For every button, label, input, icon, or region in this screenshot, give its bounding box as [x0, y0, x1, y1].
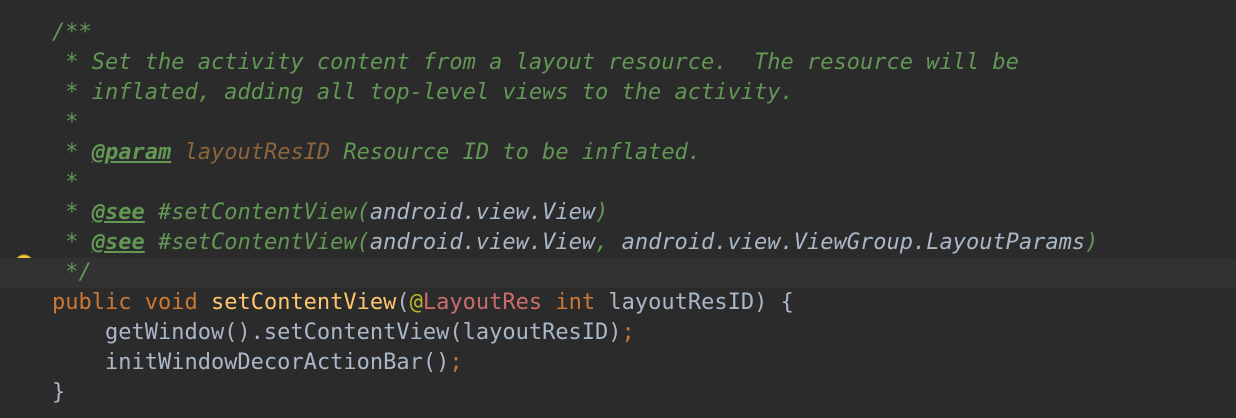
line-text: } [52, 378, 65, 408]
code-editor[interactable]: /** * Set the activity content from a la… [0, 0, 1236, 418]
token: #setContentView( [144, 200, 370, 225]
line-text: * [52, 168, 79, 198]
doc-comment-line[interactable]: * inflated, adding all top-level views t… [0, 78, 1236, 108]
line-text: * @param layoutResID Resource ID to be i… [52, 138, 701, 168]
token: * inflated, adding all top-level views t… [52, 80, 794, 105]
token: @ [409, 290, 423, 315]
token: public [52, 290, 132, 315]
doc-comment-line[interactable]: * [0, 108, 1236, 138]
line-text: initWindowDecorActionBar(); [52, 348, 463, 378]
doc-comment-line[interactable]: * @see #setContentView(android.view.View… [0, 228, 1236, 258]
token: ; [621, 320, 635, 345]
code-line[interactable]: getWindow().setContentView(layoutResID); [0, 318, 1236, 348]
token: * [52, 140, 92, 165]
token: * [52, 200, 92, 225]
token: void [144, 290, 198, 315]
line-text: * @see #setContentView(android.view.View… [52, 198, 608, 228]
code-line[interactable]: } [0, 378, 1236, 408]
code-line[interactable]: public void setContentView(@LayoutRes in… [0, 288, 1236, 318]
doc-comment-line[interactable]: * @param layoutResID Resource ID to be i… [0, 138, 1236, 168]
line-text: */ [52, 258, 92, 288]
doc-comment-line[interactable]: /** [0, 18, 1236, 48]
line-text: * Set the activity content from a layout… [52, 48, 1019, 78]
doc-comment-line[interactable]: * Set the activity content from a layout… [0, 48, 1236, 78]
line-text: * @see #setContentView(android.view.View… [52, 228, 1098, 258]
token: * [52, 110, 79, 135]
token: layoutResID [184, 140, 331, 165]
token: , [595, 230, 622, 255]
token: getWindow().setContentView(layoutResID) [52, 320, 622, 345]
line-text: * inflated, adding all top-level views t… [52, 78, 794, 108]
doc-comment-line[interactable]: */ [0, 258, 1236, 288]
token: ( [396, 290, 410, 315]
token: Resource ID to be inflated. [330, 140, 702, 165]
line-text: * [52, 108, 79, 138]
token: ; [449, 350, 463, 375]
doc-comment-line[interactable]: * [0, 168, 1236, 198]
token: android.view.ViewGroup.LayoutParams [621, 230, 1086, 255]
line-text: /** [52, 18, 92, 48]
line-text: getWindow().setContentView(layoutResID); [52, 318, 635, 348]
token: } [52, 380, 66, 405]
line-text: public void setContentView(@LayoutRes in… [52, 288, 794, 318]
token: * [52, 170, 79, 195]
token: android.view.View [369, 200, 596, 225]
token: * Set the activity content from a layout… [52, 50, 1019, 75]
code-line[interactable]: initWindowDecorActionBar(); [0, 348, 1236, 378]
token: /** [52, 20, 92, 45]
token: ) [595, 200, 609, 225]
token: * [52, 230, 92, 255]
token: ) [1085, 230, 1099, 255]
token: @see [91, 200, 145, 225]
token: */ [52, 260, 92, 285]
token: int [555, 290, 596, 315]
token: @see [91, 230, 145, 255]
token: LayoutRes [422, 290, 543, 315]
code-area[interactable]: /** * Set the activity content from a la… [0, 18, 1236, 408]
doc-comment-line[interactable]: * @see #setContentView(android.view.View… [0, 198, 1236, 228]
token: android.view.View [369, 230, 596, 255]
token: @param [91, 140, 172, 165]
token: initWindowDecorActionBar() [52, 350, 450, 375]
token: setContentView [210, 290, 397, 315]
token: layoutResID) { [595, 290, 794, 315]
token: #setContentView( [144, 230, 370, 255]
